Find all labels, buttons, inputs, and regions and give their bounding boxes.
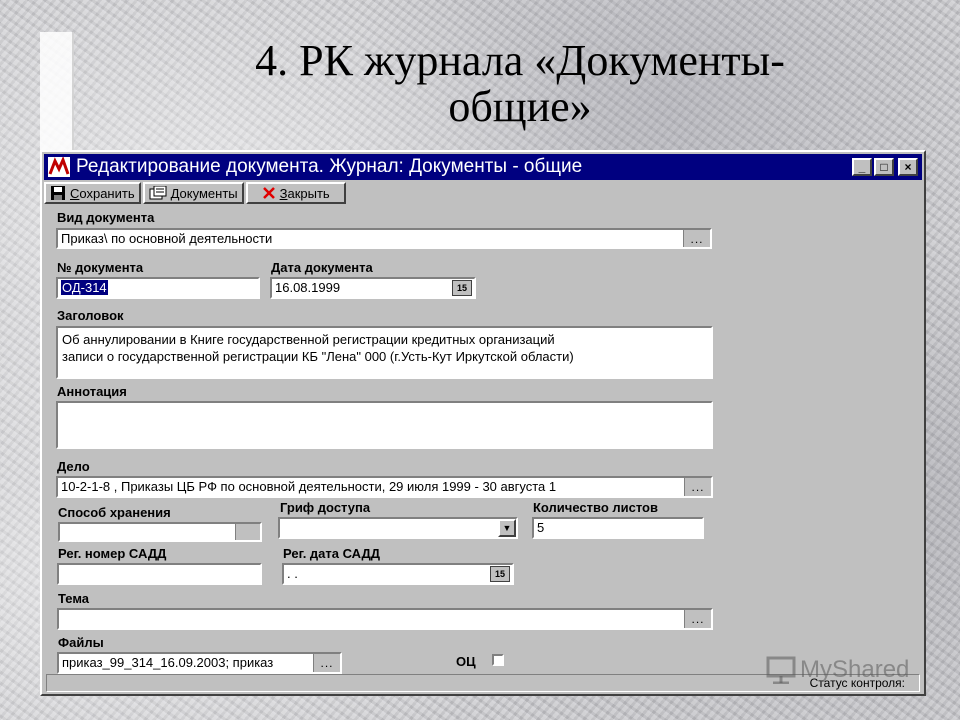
annotation-field[interactable] xyxy=(56,401,713,449)
doc-number-label: № документа xyxy=(57,260,144,275)
minimize-icon: _ xyxy=(858,160,866,174)
ellipsis-icon: ... xyxy=(690,231,704,246)
minimize-button[interactable]: _ xyxy=(852,158,872,176)
documents-button[interactable]: Документы xyxy=(142,182,244,204)
calendar-icon[interactable]: 15 xyxy=(490,566,510,582)
toolbar: Сохранить Документы Закрыть xyxy=(44,182,922,204)
case-field[interactable]: 10-2-1-8 , Приказы ЦБ РФ по основной дея… xyxy=(56,476,713,498)
watermark-logo: MyShared xyxy=(766,656,909,684)
storage-picker-button[interactable] xyxy=(235,524,260,540)
doc-date-field[interactable]: 16.08.1999 15 xyxy=(270,277,476,299)
access-label: Гриф доступа xyxy=(280,500,371,515)
sheets-field[interactable]: 5 xyxy=(532,517,704,539)
doc-type-label: Вид документа xyxy=(57,210,155,225)
files-field[interactable]: приказ_99_314_16.09.2003; приказ ... xyxy=(57,652,342,674)
ellipsis-icon: ... xyxy=(691,612,705,626)
close-button[interactable]: Закрыть xyxy=(245,182,346,204)
heading-field[interactable]: Об аннулировании в Книге государственной… xyxy=(56,326,713,379)
doc-type-picker-button[interactable]: ... xyxy=(683,230,710,247)
heading-line1: Об аннулировании в Книге государственной… xyxy=(62,332,555,347)
doc-type-value: Приказ\ по основной деятельности xyxy=(61,231,273,246)
maximize-icon: □ xyxy=(880,160,888,174)
files-value: приказ_99_314_16.09.2003; приказ xyxy=(62,655,274,670)
documents-label: Документы xyxy=(170,185,238,201)
close-label: Закрыть xyxy=(279,185,330,201)
doc-date-value: 16.08.1999 xyxy=(275,280,341,295)
doc-number-field[interactable]: ОД-314 xyxy=(56,277,260,299)
reg-date-value: . . xyxy=(287,566,298,581)
reg-date-field[interactable]: . . 15 xyxy=(282,563,514,585)
floppy-disk-icon xyxy=(51,186,65,200)
doc-date-label: Дата документа xyxy=(271,260,373,275)
documents-icon xyxy=(149,186,167,200)
red-x-icon xyxy=(262,187,275,199)
save-label: Сохранить xyxy=(70,185,135,201)
window-titlebar[interactable]: Редактирование документа. Журнал: Докуме… xyxy=(44,154,922,180)
window-title: Редактирование документа. Журнал: Докуме… xyxy=(76,156,583,177)
storage-field[interactable] xyxy=(58,522,262,542)
close-icon: × xyxy=(904,160,912,174)
edit-document-window: Редактирование документа. Журнал: Докуме… xyxy=(40,150,926,696)
case-value: 10-2-1-8 , Приказы ЦБ РФ по основной дея… xyxy=(61,479,557,494)
chevron-down-icon[interactable]: ▼ xyxy=(498,519,516,537)
ellipsis-icon: ... xyxy=(691,480,705,494)
maximize-button[interactable]: □ xyxy=(874,158,894,176)
presentation-icon xyxy=(766,656,796,684)
oc-label: ОЦ xyxy=(456,654,476,669)
save-button[interactable]: Сохранить xyxy=(44,182,141,204)
doc-number-value: ОД-314 xyxy=(61,280,108,295)
slide-title-line1: 4. РК журнала «Документы- xyxy=(255,36,785,85)
slide-decoration-bar xyxy=(40,32,74,152)
oc-checkbox[interactable] xyxy=(492,654,504,666)
doc-type-field[interactable]: Приказ\ по основной деятельности ... xyxy=(56,228,712,249)
slide-title: 4. РК журнала «Документы- общие» xyxy=(80,38,960,130)
sheets-label: Количество листов xyxy=(533,500,658,515)
app-logo-icon xyxy=(48,157,70,177)
slide-title-line2: общие» xyxy=(448,82,592,131)
reg-number-label: Рег. номер САДД xyxy=(58,546,167,561)
sheets-value: 5 xyxy=(537,520,545,535)
case-picker-button[interactable]: ... xyxy=(684,478,711,496)
reg-date-label: Рег. дата САДД xyxy=(283,546,381,561)
ellipsis-icon: ... xyxy=(320,656,334,670)
storage-label: Способ хранения xyxy=(58,505,171,520)
heading-line2: записи о государственной регистрации КБ … xyxy=(62,349,574,364)
calendar-icon[interactable]: 15 xyxy=(452,280,472,296)
watermark-text: MyShared xyxy=(800,656,910,683)
heading-label: Заголовок xyxy=(57,308,124,323)
annotation-label: Аннотация xyxy=(57,384,127,399)
files-picker-button[interactable]: ... xyxy=(313,654,340,672)
topic-field[interactable]: ... xyxy=(57,608,713,630)
close-window-button[interactable]: × xyxy=(898,158,918,176)
case-label: Дело xyxy=(57,459,90,474)
files-label: Файлы xyxy=(58,635,104,650)
reg-number-field[interactable] xyxy=(57,563,262,585)
topic-label: Тема xyxy=(58,591,90,606)
access-dropdown[interactable]: ▼ xyxy=(278,517,518,539)
topic-picker-button[interactable]: ... xyxy=(684,610,711,628)
